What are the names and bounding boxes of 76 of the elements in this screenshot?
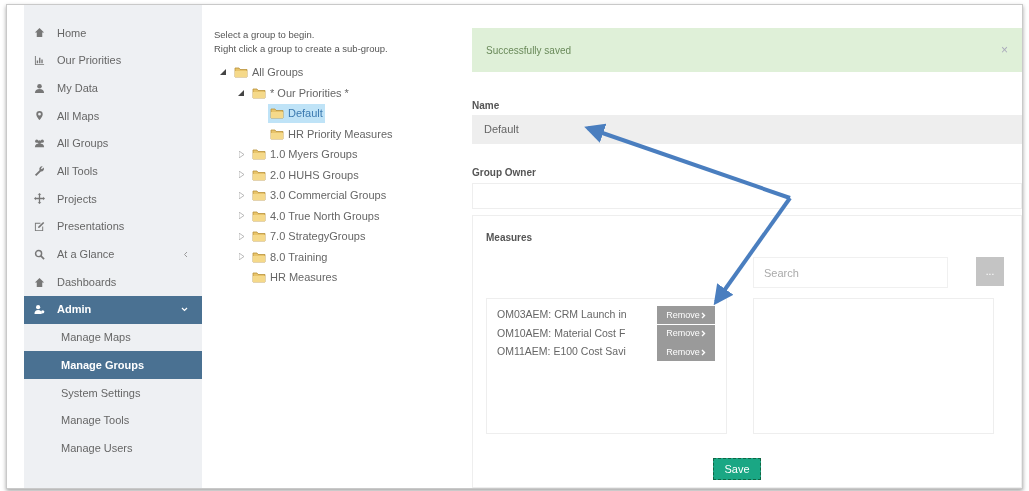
sidebar-item[interactable]: All Groups (24, 129, 202, 158)
folder-icon (252, 148, 266, 161)
collapsed-triangle-icon[interactable] (238, 253, 244, 261)
map-pin-icon (34, 110, 45, 122)
home-icon (34, 276, 45, 288)
edit-icon (34, 221, 45, 233)
sidebar-item[interactable]: Our Priorities (24, 46, 202, 75)
tree-node[interactable]: 2.0 HUHS Groups (250, 165, 361, 185)
remove-button[interactable]: Remove (657, 306, 715, 325)
wrench-icon (34, 165, 45, 177)
sidebar-subitem[interactable]: Manage Maps (24, 323, 202, 352)
move-icon (34, 193, 45, 205)
folder-icon (252, 209, 266, 222)
bar-chart-icon (34, 55, 45, 67)
folder-icon (252, 230, 266, 243)
field-label: Name (472, 99, 501, 113)
collapsed-triangle-icon[interactable] (238, 212, 244, 220)
user-icon (34, 82, 45, 94)
folder-icon (252, 189, 266, 202)
folder-icon (252, 168, 266, 181)
tree-node[interactable]: 8.0 Training (250, 247, 330, 267)
sidebar-item[interactable]: All Maps (24, 102, 202, 130)
home-icon (34, 27, 45, 39)
collapsed-triangle-icon[interactable] (238, 232, 244, 240)
instruction-text: Select a group to begin. (214, 28, 316, 42)
sidebar-item[interactable]: Dashboards (24, 268, 202, 296)
measure-item[interactable]: OM11AEM: E100 Cost Savi (497, 344, 657, 361)
folder-icon (252, 271, 266, 284)
section-title: Measures (486, 231, 534, 245)
tree-node[interactable]: HR Measures (250, 267, 340, 287)
chevron-right-icon (700, 311, 706, 319)
sidebar-item[interactable]: Admin (24, 295, 202, 324)
sidebar-item[interactable]: My Data (24, 74, 202, 103)
remove-button[interactable]: Remove (657, 343, 715, 362)
sidebar-item[interactable]: All Tools (24, 157, 202, 186)
measure-item[interactable]: OM03AEM: CRM Launch in (497, 307, 657, 324)
group-icon (34, 138, 45, 150)
tree-node[interactable]: Default (268, 103, 325, 123)
tree-node[interactable]: 3.0 Commercial Groups (250, 185, 389, 205)
save-button[interactable]: Save (713, 458, 761, 480)
sidebar-item[interactable]: Home (24, 19, 202, 47)
instruction-text: Right click a group to create a sub-group. (214, 42, 389, 56)
collapsed-triangle-icon[interactable] (238, 191, 244, 199)
collapsed-triangle-icon[interactable] (238, 171, 244, 179)
sidebar-subitem[interactable]: System Settings (24, 378, 202, 407)
tree-node[interactable]: 1.0 Myers Groups (250, 144, 360, 164)
chevron-right-icon (700, 348, 706, 356)
owner-field[interactable] (472, 183, 1022, 209)
chevron-right-icon (700, 330, 706, 338)
measure-item[interactable]: OM10AEM: Material Cost F (497, 325, 657, 342)
field-label: Group Owner (472, 166, 537, 180)
tree-node[interactable]: 7.0 StrategyGroups (250, 226, 368, 246)
expanded-triangle-icon[interactable] (220, 69, 226, 76)
sidebar-subitem[interactable]: Manage Tools (24, 406, 202, 435)
sidebar-item[interactable]: Projects (24, 185, 202, 213)
expanded-triangle-icon[interactable] (238, 89, 244, 96)
remove-button[interactable]: Remove (657, 324, 715, 343)
tree-node[interactable]: * Our Priorities * (250, 83, 351, 103)
sidebar-item[interactable]: At a Glance (24, 240, 202, 269)
sidebar-subitem[interactable]: Manage Users (24, 434, 202, 462)
alert-message: Successfully saved (486, 43, 572, 58)
search-icon (34, 248, 45, 260)
tree-node[interactable]: 4.0 True North Groups (250, 206, 382, 226)
folder-icon (252, 250, 266, 263)
name-field[interactable]: Default (472, 115, 1022, 144)
user-gear-icon (34, 304, 45, 316)
search-field[interactable]: Search (753, 257, 948, 288)
folder-icon (270, 107, 284, 120)
folder-icon (252, 86, 266, 99)
tree-node[interactable]: All Groups (232, 62, 306, 82)
tree-node[interactable]: HR Priority Measures (268, 124, 395, 144)
folder-icon (234, 66, 248, 79)
collapsed-triangle-icon[interactable] (238, 150, 244, 158)
folder-icon (270, 127, 284, 140)
sidebar-item[interactable]: Presentations (24, 212, 202, 241)
sidebar-subitem[interactable]: Manage Groups (24, 351, 202, 379)
